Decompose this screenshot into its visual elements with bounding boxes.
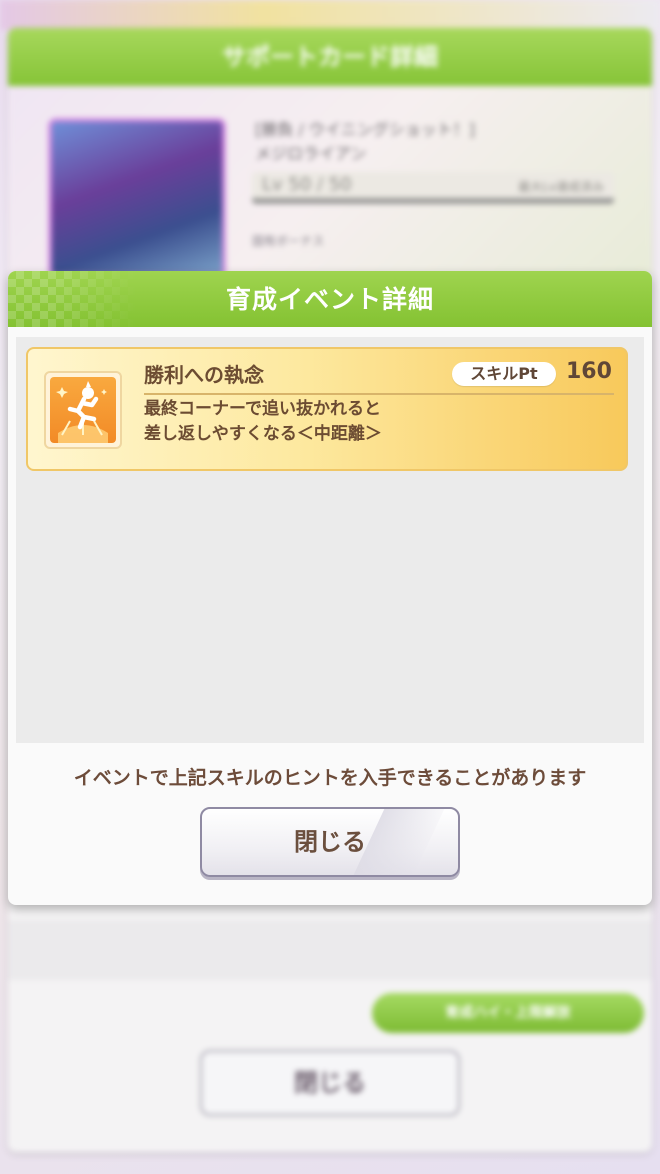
support-card-name-line2: メジロライアン bbox=[255, 144, 367, 163]
skill-pt-label: スキルPt bbox=[452, 362, 556, 386]
background-top-bar bbox=[0, 0, 660, 30]
skill-description: 最終コーナーで追い抜かれると 差し返しやすくなる＜中距離＞ bbox=[144, 397, 614, 447]
dialog-header: 育成イベント詳細 bbox=[8, 271, 652, 327]
bonus-label: 固有ボーナス bbox=[252, 234, 325, 248]
level-text: Lv 50 / 50 bbox=[262, 174, 352, 195]
level-bar: Lv 50 / 50 最大Lv達成済み bbox=[252, 172, 614, 204]
header-pattern bbox=[8, 271, 138, 327]
skill-name: 勝利への執念 bbox=[144, 363, 264, 387]
level-max-label: 最大Lv達成済み bbox=[518, 180, 604, 194]
event-list-area: 勝利への執念 スキルPt 160 最終コーナーで追い抜かれると 差し返しやすくな… bbox=[16, 337, 644, 743]
support-card-name: [勝負 / ウイニングショット！] メジロライアン bbox=[255, 118, 615, 166]
dialog-title: 育成イベント詳細 bbox=[225, 285, 434, 314]
training-event-dialog: 育成イベント詳細 勝利への執念 スキルPt 160 最終コーナーで追い抜かれると… bbox=[8, 271, 652, 905]
skill-divider bbox=[144, 393, 614, 395]
support-card-panel-title: サポートカード詳細 bbox=[8, 28, 652, 86]
background-close-button: 閉じる bbox=[200, 1050, 460, 1116]
skill-card[interactable]: 勝利への執念 スキルPt 160 最終コーナーで追い抜かれると 差し返しやすくな… bbox=[26, 347, 628, 471]
support-card-image bbox=[48, 118, 226, 278]
skill-icon-frame bbox=[44, 371, 122, 449]
background-band bbox=[8, 920, 652, 980]
hint-text: イベントで上記スキルのヒントを入手できることがあります bbox=[73, 767, 587, 789]
skill-description-line2: 差し返しやすくなる＜中距離＞ bbox=[144, 424, 382, 444]
skill-pt-value: 160 bbox=[566, 359, 612, 384]
running-horse-speed-icon bbox=[50, 377, 116, 443]
close-button[interactable]: 閉じる bbox=[200, 807, 460, 877]
background-limit-break-button: 育成ハイ・上限解放 bbox=[372, 993, 644, 1033]
skill-description-line1: 最終コーナーで追い抜かれると bbox=[144, 399, 381, 419]
support-card-name-line1: [勝負 / ウイニングショット！] bbox=[255, 120, 476, 139]
close-button-label: 閉じる bbox=[294, 828, 366, 856]
